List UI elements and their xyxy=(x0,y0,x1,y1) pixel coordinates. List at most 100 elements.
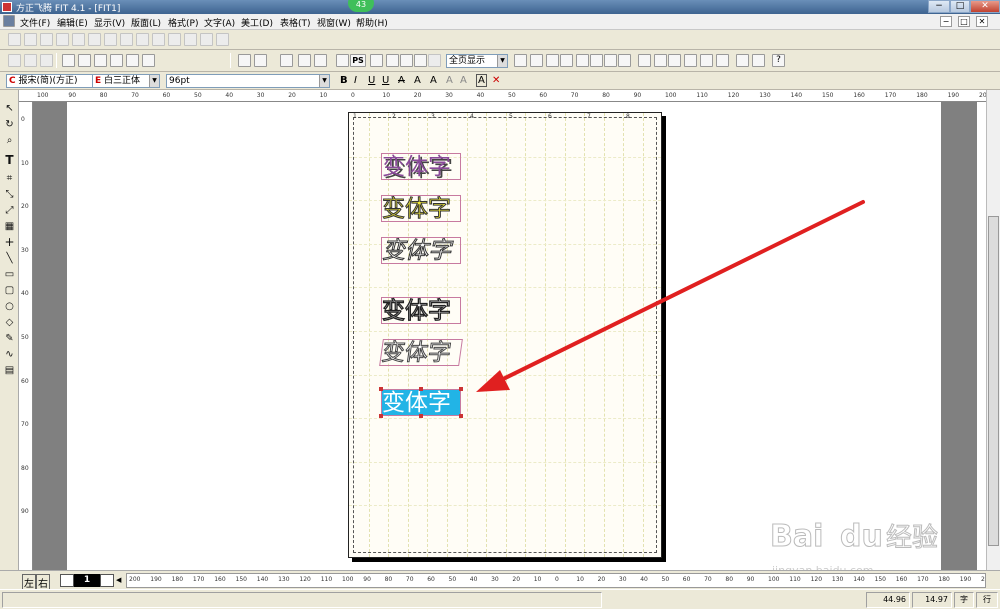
horizontal-scroll-ruler[interactable]: 200 190 180 170 160 150 140 130 120 110 100 90 80 70 6… xyxy=(126,573,986,588)
link-2-icon[interactable] xyxy=(654,54,667,67)
scroll-left-icon[interactable]: ◀ xyxy=(116,574,126,587)
link-1-icon[interactable] xyxy=(638,54,651,67)
preview-icon[interactable] xyxy=(298,54,311,67)
variant-bold-outline[interactable]: 变体字 xyxy=(381,297,461,325)
align-top-icon[interactable] xyxy=(56,33,69,46)
tools-icon[interactable] xyxy=(752,54,765,67)
size-width-icon[interactable] xyxy=(168,33,181,46)
font-size-select[interactable]: 96pt ▼ xyxy=(166,74,330,88)
menu-text[interactable]: 文字(A) xyxy=(204,16,235,29)
rotate-icon[interactable]: ↻ xyxy=(3,118,16,131)
crop-icon[interactable]: ⌗ xyxy=(3,172,16,185)
line-icon[interactable]: ╲ xyxy=(3,252,16,265)
snap-icon[interactable] xyxy=(546,54,559,67)
selection-handle[interactable] xyxy=(419,414,423,418)
diamond-icon[interactable]: ◇ xyxy=(3,316,16,329)
variant-shadow[interactable]: 变体字 xyxy=(381,153,461,180)
para-justify-icon[interactable] xyxy=(78,54,91,67)
new-file-icon[interactable] xyxy=(238,54,251,67)
align-bottom-icon[interactable] xyxy=(88,33,101,46)
menu-edit[interactable]: 编辑(E) xyxy=(57,16,88,29)
selection-handle[interactable] xyxy=(459,387,463,391)
page-2-icon[interactable] xyxy=(590,54,603,67)
strike-button[interactable]: A xyxy=(398,75,405,86)
chinese-font-select[interactable]: C 报宋(简)(方正) xyxy=(6,74,102,88)
double-underline-button[interactable]: U xyxy=(382,75,389,86)
arrow-forward-icon[interactable] xyxy=(716,54,729,67)
open-folder-icon[interactable] xyxy=(254,54,267,67)
print-icon[interactable] xyxy=(336,54,349,67)
copy-icon[interactable] xyxy=(386,54,399,67)
save-icon[interactable] xyxy=(280,54,293,67)
para-center-icon[interactable] xyxy=(94,54,107,67)
pen-icon[interactable]: ✎ xyxy=(3,332,16,345)
menu-table[interactable]: 表格(T) xyxy=(280,16,311,29)
bezier-icon[interactable]: ∿ xyxy=(3,348,16,361)
document-page[interactable]: 变体字 变体字 变体字 变体字 变体字 变体字 1 2 3 4 5 6 7 8 xyxy=(348,112,662,558)
link-3-icon[interactable] xyxy=(668,54,681,67)
selection-handle[interactable] xyxy=(419,387,423,391)
size-both-icon[interactable] xyxy=(200,33,213,46)
para-right-icon[interactable] xyxy=(110,54,123,67)
para-left-icon[interactable] xyxy=(62,54,75,67)
export-icon[interactable] xyxy=(314,54,327,67)
horizontal-ruler[interactable]: 100 90 80 70 60 50 40 30 20 10 0 10 20 30 40 50 60 70 80 90… xyxy=(19,90,991,102)
flow-icon[interactable] xyxy=(736,54,749,67)
undo-icon[interactable] xyxy=(414,54,427,67)
link-text-icon[interactable]: ⤡ xyxy=(3,188,16,201)
variant-skewed[interactable]: 变体字 xyxy=(379,339,463,367)
english-font-select[interactable]: E 白三正体 ▼ xyxy=(92,74,160,88)
child-restore-button[interactable]: □ xyxy=(958,16,970,27)
page-tab-current[interactable]: 1 xyxy=(74,574,100,587)
select-arrow-icon[interactable]: ↖ xyxy=(3,102,16,115)
maximize-button[interactable]: □ xyxy=(950,0,970,13)
menu-view[interactable]: 显示(V) xyxy=(94,16,125,29)
size-height-icon[interactable] xyxy=(184,33,197,46)
group-icon[interactable] xyxy=(216,33,229,46)
child-minimize-button[interactable]: − xyxy=(940,16,952,27)
help-icon[interactable]: ? xyxy=(772,54,785,67)
menu-art[interactable]: 美工(D) xyxy=(241,16,273,29)
page-thumb-next[interactable] xyxy=(100,574,114,587)
table-tool-icon[interactable]: ▤ xyxy=(3,364,16,377)
menu-file[interactable]: 文件(F) xyxy=(20,16,50,29)
align-middle-icon[interactable] xyxy=(72,33,85,46)
menu-help[interactable]: 帮助(H) xyxy=(356,16,388,29)
bold-button[interactable]: B xyxy=(340,75,348,86)
list2-icon[interactable] xyxy=(24,54,37,67)
variant-italic-outline[interactable]: 变体字 xyxy=(381,237,461,265)
align-left-icon[interactable] xyxy=(8,33,21,46)
variant-yellow-fill[interactable]: 变体字 xyxy=(381,195,461,223)
arrow-back-icon[interactable] xyxy=(700,54,713,67)
align-right-icon[interactable] xyxy=(40,33,53,46)
zoom-icon[interactable]: ⌕ xyxy=(3,134,16,147)
child-close-button[interactable]: ✕ xyxy=(976,16,988,27)
minimize-button[interactable]: − xyxy=(928,0,950,13)
space-h-icon[interactable] xyxy=(136,33,149,46)
menu-window[interactable]: 视窗(W) xyxy=(317,16,351,29)
image-icon[interactable]: ▦ xyxy=(3,220,16,233)
unlink-text-icon[interactable]: ⤢ xyxy=(3,204,16,217)
close-button[interactable]: ✕ xyxy=(970,0,1000,13)
rounded-rect-icon[interactable]: ▢ xyxy=(3,284,16,297)
selection-handle[interactable] xyxy=(379,387,383,391)
list3-icon[interactable] xyxy=(40,54,53,67)
redo-icon[interactable] xyxy=(428,54,441,67)
distribute-v-icon[interactable] xyxy=(120,33,133,46)
menu-format[interactable]: 格式(P) xyxy=(168,16,198,29)
subscript-button[interactable]: A xyxy=(460,75,467,86)
columns-icon[interactable] xyxy=(142,54,155,67)
rectangle-icon[interactable]: ▭ xyxy=(3,268,16,281)
distribute-h-icon[interactable] xyxy=(104,33,117,46)
zoom-select[interactable]: 全页显示 ▼ xyxy=(446,54,508,68)
box-button[interactable]: A xyxy=(476,74,487,87)
table-icon[interactable] xyxy=(530,54,543,67)
paste-icon[interactable] xyxy=(400,54,413,67)
selection-handle[interactable] xyxy=(459,414,463,418)
ellipse-icon[interactable]: ○ xyxy=(3,300,16,313)
shadow-button[interactable]: A xyxy=(430,75,437,86)
text-tool-icon[interactable]: T xyxy=(3,154,16,167)
cut-icon[interactable] xyxy=(370,54,383,67)
align-center-icon[interactable] xyxy=(24,33,37,46)
page-1-icon[interactable] xyxy=(576,54,589,67)
